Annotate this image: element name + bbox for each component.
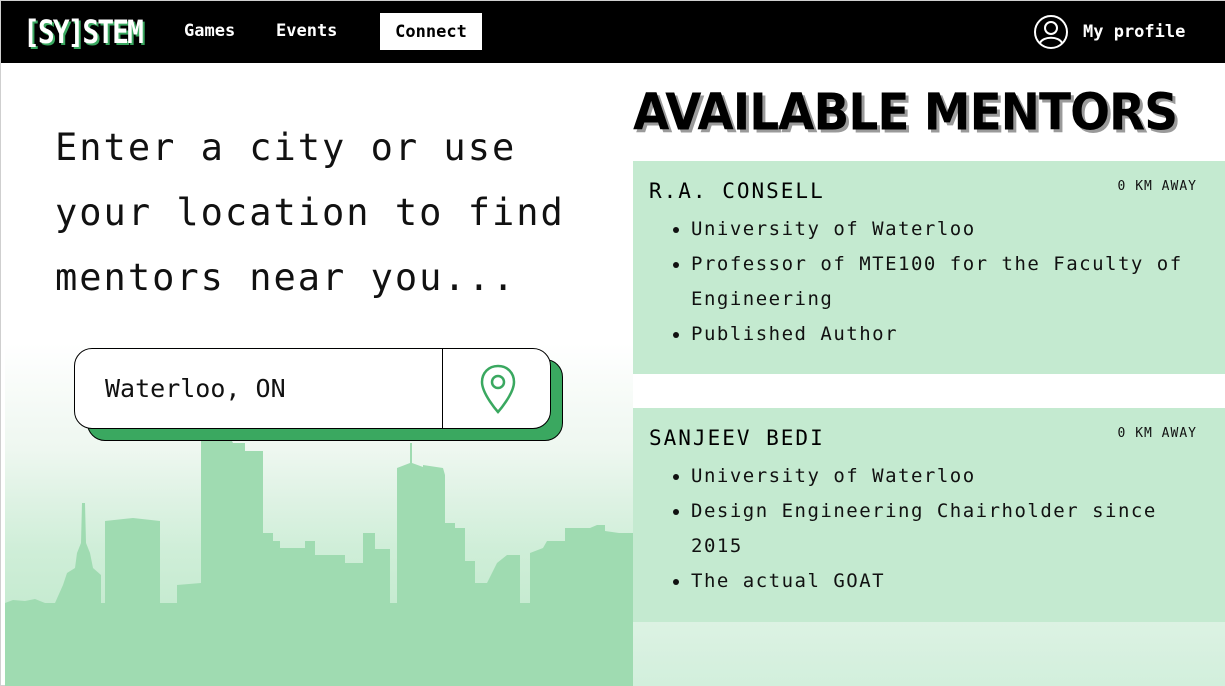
mentor-distance: 0 KM AWAY xyxy=(1117,179,1197,194)
mentor-details-list: University of Waterloo Design Engineerin… xyxy=(649,459,1209,599)
nav-connect-link[interactable]: Connect xyxy=(380,13,482,50)
mentor-distance: 0 KM AWAY xyxy=(1117,426,1197,441)
mentor-detail-item: University of Waterloo xyxy=(673,459,1209,494)
top-navbar: [SY]STEM Games Events Connect My profile xyxy=(1,1,1225,63)
use-my-location-button[interactable] xyxy=(442,349,550,428)
mentor-card[interactable]: SANJEEV BEDI 0 KM AWAY University of Wat… xyxy=(633,408,1225,622)
city-search-box xyxy=(74,348,551,429)
mentor-detail-item: University of Waterloo xyxy=(673,212,1209,247)
my-profile-label: My profile xyxy=(1083,22,1186,42)
mentor-detail-item: Published Author xyxy=(673,317,1209,352)
available-mentors-heading: AVAILABLE MENTORS xyxy=(633,83,1178,143)
search-prompt-text: Enter a city or use your location to fin… xyxy=(55,126,565,299)
mentor-list-bottom-area xyxy=(633,622,1225,686)
system-logo[interactable]: [SY]STEM xyxy=(23,13,144,51)
mentor-detail-item: Design Engineering Chairholder since 201… xyxy=(673,494,1209,564)
nav-events-link[interactable]: Events xyxy=(276,21,337,43)
nav-games-link[interactable]: Games xyxy=(184,21,235,43)
user-circle-icon xyxy=(1034,15,1068,49)
mentor-detail-item: Professor of MTE100 for the Faculty of E… xyxy=(673,247,1209,317)
map-pin-icon xyxy=(480,364,515,414)
available-mentors-panel: AVAILABLE MENTORS R.A. CONSELL 0 KM AWAY… xyxy=(633,63,1225,686)
mentor-detail-item: The actual GOAT xyxy=(673,564,1209,599)
mentor-details-list: University of Waterloo Professor of MTE1… xyxy=(649,212,1209,352)
my-profile-button[interactable]: My profile xyxy=(1033,13,1185,51)
location-search-panel: Enter a city or use your location to fin… xyxy=(5,63,633,686)
mentor-card[interactable]: R.A. CONSELL 0 KM AWAY University of Wat… xyxy=(633,161,1225,374)
city-search-input[interactable] xyxy=(75,349,442,428)
